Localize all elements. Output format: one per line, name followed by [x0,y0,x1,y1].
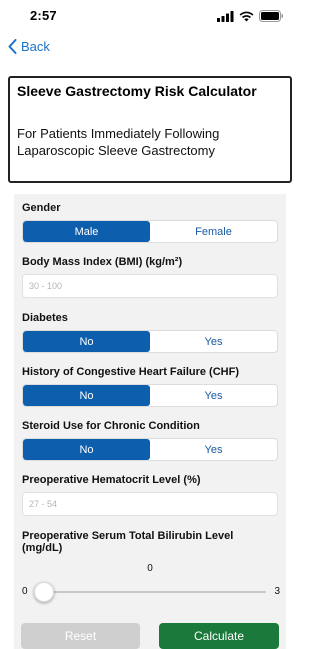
bilirubin-label: Preoperative Serum Total Bilirubin Level… [22,530,233,554]
bmi-label: Body Mass Index (BMI) (kg/m²) [22,256,183,268]
steroid-yes-option[interactable]: Yes [150,439,277,460]
gender-toggle: Male Female [22,220,278,243]
battery-icon [259,10,283,22]
diabetes-toggle: No Yes [22,330,278,353]
gender-female-option[interactable]: Female [150,221,277,242]
page-title: Sleeve Gastrectomy Risk Calculator [17,83,257,99]
chf-no-option[interactable]: No [23,385,150,406]
steroid-no-option[interactable]: No [23,439,150,460]
header-card: Sleeve Gastrectomy Risk Calculator For P… [8,76,292,183]
hematocrit-input[interactable] [22,492,278,516]
gender-male-option[interactable]: Male [23,221,150,242]
wifi-icon [239,11,254,21]
chf-label: History of Congestive Heart Failure (CHF… [22,366,239,378]
bilirubin-value: 0 [147,563,153,574]
bmi-input[interactable] [22,274,278,298]
status-bar: 2:57 [0,0,300,30]
calculator-form: Gender Male Female Body Mass Index (BMI)… [14,194,286,649]
bilirubin-min: 0 [22,586,28,597]
nav-bar: Back [0,30,300,70]
page-subtitle: For Patients Immediately Following Lapar… [17,126,220,158]
steroid-toggle: No Yes [22,438,278,461]
bilirubin-label-line2: (mg/dL) [22,542,63,554]
back-label: Back [21,39,50,54]
bilirubin-slider-thumb[interactable] [34,582,54,602]
diabetes-no-option[interactable]: No [23,331,150,352]
diabetes-yes-option[interactable]: Yes [150,331,277,352]
status-icons [217,10,284,22]
chf-yes-option[interactable]: Yes [150,385,277,406]
status-time: 2:57 [30,8,57,23]
steroid-label: Steroid Use for Chronic Condition [22,420,200,432]
bilirubin-slider-track[interactable] [40,591,266,593]
gender-label: Gender [22,202,61,214]
bilirubin-label-line1: Preoperative Serum Total Bilirubin Level [22,530,234,542]
diabetes-label: Diabetes [22,312,68,324]
chevron-left-icon [8,39,17,54]
back-button[interactable]: Back [8,39,50,54]
signal-icon [217,10,234,22]
chf-toggle: No Yes [22,384,278,407]
hematocrit-label: Preoperative Hematocrit Level (%) [22,474,201,486]
bilirubin-max: 3 [274,586,280,597]
reset-button[interactable]: Reset [21,623,140,649]
calculate-button[interactable]: Calculate [159,623,279,649]
